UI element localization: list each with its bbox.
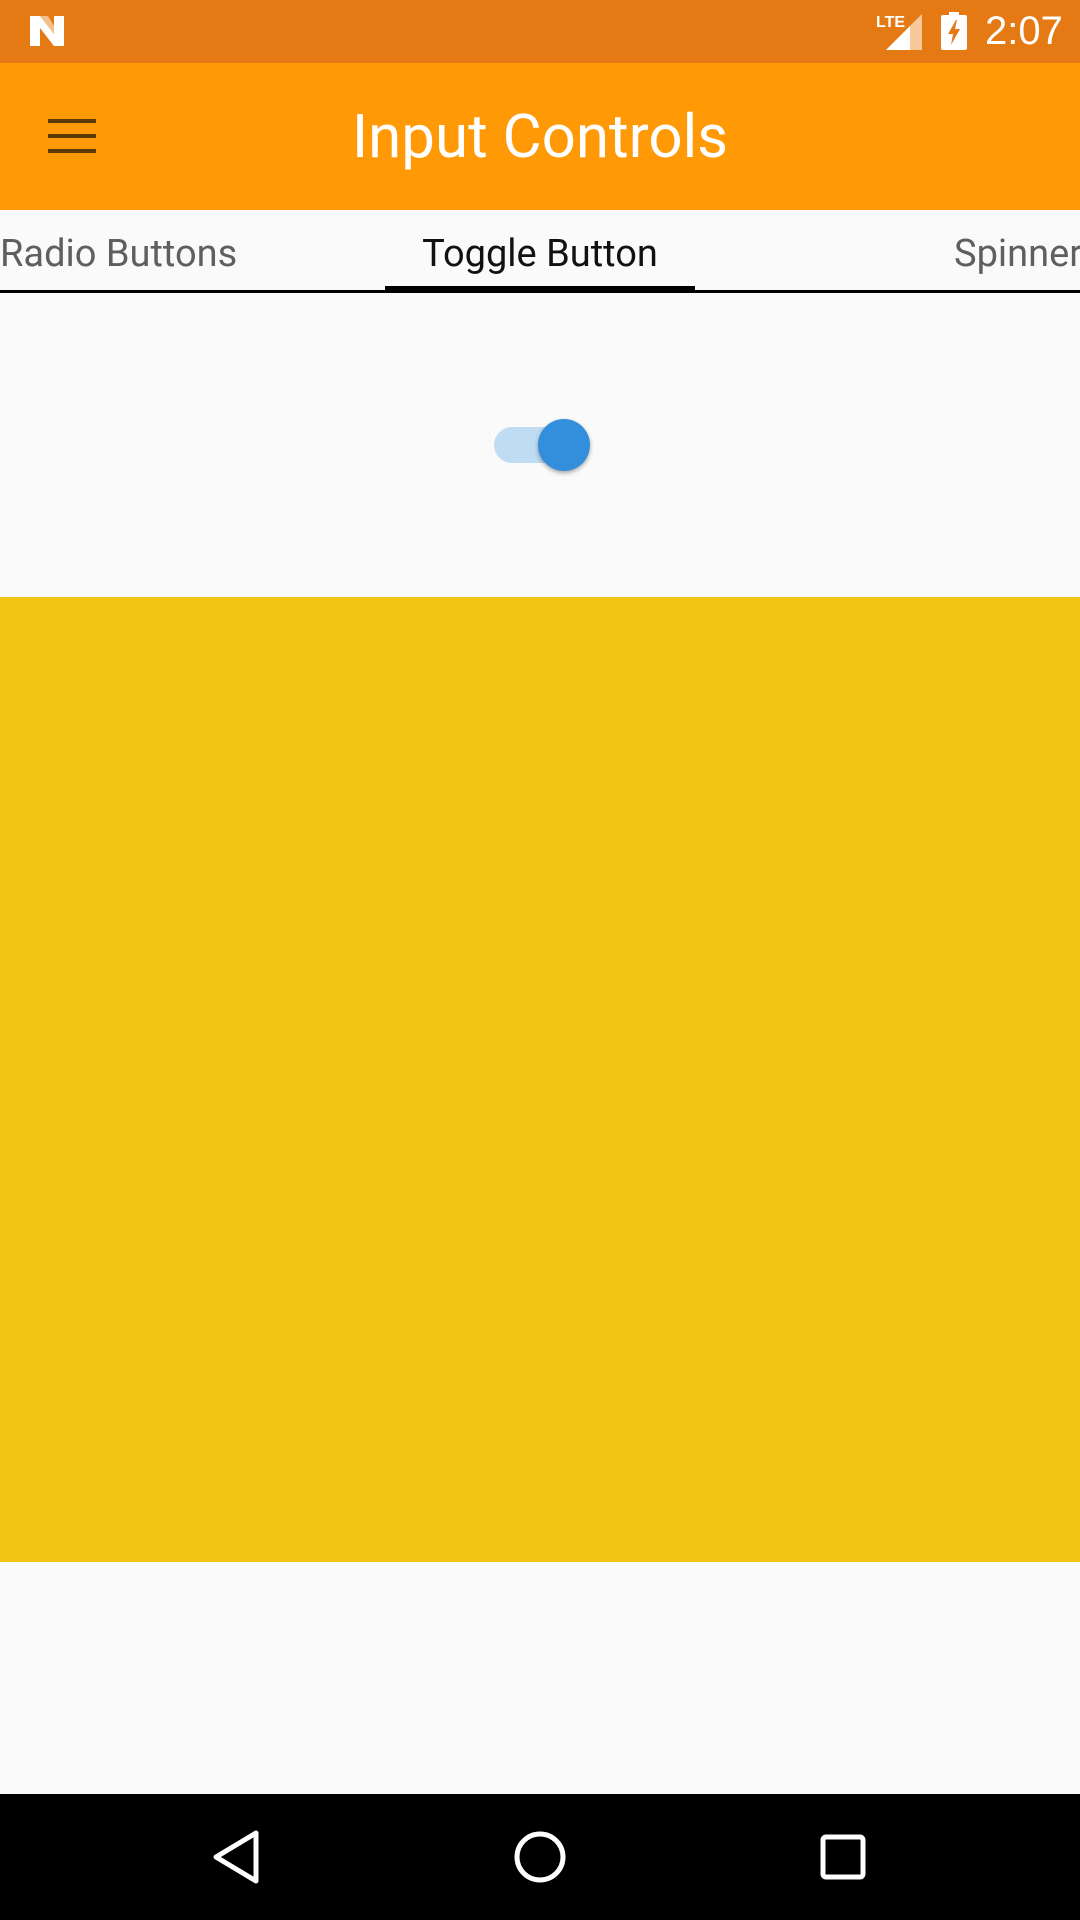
back-icon (213, 1830, 259, 1884)
app-bar: Input Controls (0, 63, 1080, 210)
tab-toggle-button[interactable]: Toggle Button (385, 210, 695, 290)
recents-button[interactable] (803, 1817, 883, 1897)
color-panel (0, 597, 1080, 1562)
lte-signal-icon: LTE (876, 14, 922, 50)
status-bar-clock: 2:07 (985, 9, 1063, 53)
page-title: Input Controls (351, 101, 729, 172)
home-button[interactable] (500, 1817, 580, 1897)
home-icon (514, 1831, 566, 1883)
navigation-bar (0, 1794, 1080, 1920)
notification-n-icon (30, 16, 64, 46)
screen: LTE 2:07 Input Controls Radio Buttons To… (0, 0, 1080, 1920)
toggle-switch-thumb (538, 419, 590, 471)
back-button[interactable] (196, 1817, 276, 1897)
hamburger-menu-icon (48, 119, 96, 153)
toggle-switch[interactable] (492, 417, 596, 473)
tab-spinner[interactable]: Spinner (954, 210, 1080, 290)
status-bar: LTE 2:07 (0, 0, 1080, 63)
menu-button[interactable] (34, 101, 110, 171)
lte-label: LTE (876, 14, 905, 31)
tab-strip: Radio Buttons Toggle Button Spinner (0, 210, 1080, 293)
recents-icon (820, 1834, 866, 1880)
tab-selected-indicator (385, 286, 695, 293)
battery-charging-icon (941, 12, 967, 50)
tab-radio-buttons[interactable]: Radio Buttons (0, 210, 237, 290)
